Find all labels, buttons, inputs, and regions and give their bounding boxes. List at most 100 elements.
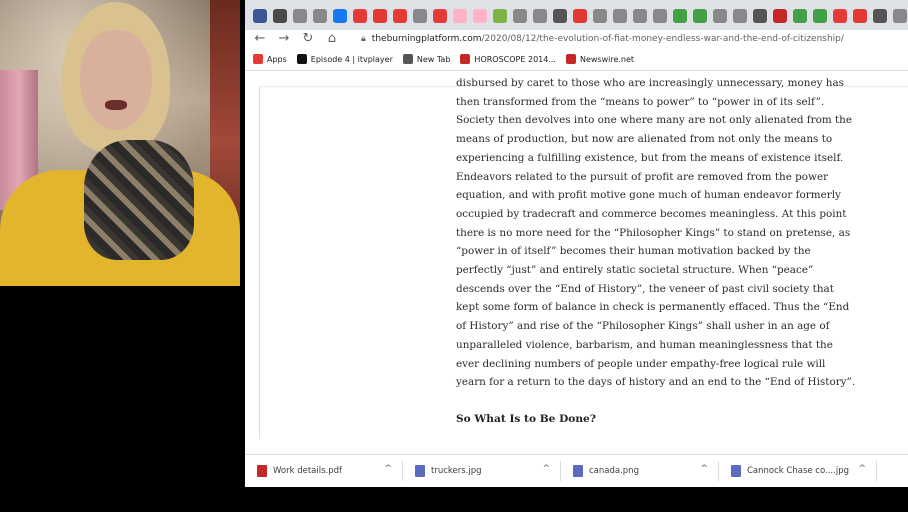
tab-favicon-icon[interactable] xyxy=(293,9,307,23)
downloads-bar: Work details.pdf ^ truckers.jpg ^ canada.png… xyxy=(245,454,908,487)
bookmark-item[interactable]: Episode 4 | itvplayer xyxy=(296,54,393,64)
article-line: kept some form of balance in check is pe… xyxy=(456,301,850,314)
article-line: experiencing a fulfilling existence, but… xyxy=(456,151,844,164)
download-item[interactable]: canada.png ^ xyxy=(561,461,719,481)
tab-favicon-icon[interactable] xyxy=(793,9,807,23)
bookmarks-bar: Apps Episode 4 | itvplayer New Tab HOROSCOP… xyxy=(245,48,908,71)
chevron-up-icon[interactable]: ^ xyxy=(858,464,866,474)
webcam-overlay xyxy=(0,0,240,286)
file-icon xyxy=(731,465,741,477)
tab-favicon-icon[interactable] xyxy=(313,9,327,23)
tab-favicon-icon[interactable] xyxy=(573,9,587,23)
address-row: ← → ↻ ⌂ 🔒︎ theburningplatform.com/2020/0… xyxy=(245,30,908,48)
article-line: unparalleled violence, barbarism, and hu… xyxy=(456,338,833,351)
n-icon xyxy=(460,54,471,64)
file-icon xyxy=(573,465,583,477)
download-item[interactable]: Cannock Chase co....jpg ^ xyxy=(719,461,877,481)
bookmark-item[interactable]: HOROSCOPE 2014... xyxy=(460,54,556,64)
globe-icon xyxy=(402,54,413,64)
tab-favicon-icon[interactable] xyxy=(613,9,627,23)
tab-favicon-icon[interactable] xyxy=(553,9,567,23)
tab-favicon-icon[interactable] xyxy=(373,9,387,23)
tab-favicon-icon[interactable] xyxy=(833,9,847,23)
tab-favicon-icon[interactable] xyxy=(893,9,907,23)
tab-favicon-icon[interactable] xyxy=(753,9,767,23)
article-line: equation, and with profit motive gone mu… xyxy=(456,189,841,202)
file-icon xyxy=(257,465,267,477)
webcam-person-face xyxy=(80,30,152,130)
chevron-up-icon[interactable]: ^ xyxy=(384,464,392,474)
download-filename: truckers.jpg xyxy=(431,466,482,476)
bookmark-item[interactable]: New Tab xyxy=(402,54,450,64)
url-path: /2020/08/12/the-evolution-of-fiat-money-… xyxy=(481,34,844,44)
tab-favicon-icon[interactable] xyxy=(473,9,487,23)
bookmark-label: Newswire.net xyxy=(579,54,635,64)
article-line: Endeavors related to the pursuit of prof… xyxy=(456,170,829,183)
article-line: ever declining numbers of people under e… xyxy=(456,357,826,370)
article-body: disbursed by caret to those who are incr… xyxy=(456,74,856,429)
article-line: disbursed by caret to those who are incr… xyxy=(456,77,844,89)
lock-icon: 🔒︎ xyxy=(361,34,366,44)
article-line: there is no more need for the “Philosoph… xyxy=(456,226,851,239)
download-filename: canada.png xyxy=(589,466,639,476)
back-button[interactable]: ← xyxy=(253,32,267,46)
forward-button[interactable]: → xyxy=(277,32,291,46)
tab-strip xyxy=(245,0,908,32)
download-item[interactable]: truckers.jpg ^ xyxy=(403,461,561,481)
article-line: of History” and rise of the “Philosopher… xyxy=(456,320,830,333)
download-filename: Cannock Chase co....jpg xyxy=(747,466,849,476)
tab-favicon-icon[interactable] xyxy=(273,9,287,23)
tab-favicon-icon[interactable] xyxy=(533,9,547,23)
bookmark-item[interactable]: Newswire.net xyxy=(565,54,635,64)
article-line: “power in of itself” becomes their human… xyxy=(456,245,811,258)
bookmark-label: Episode 4 | itvplayer xyxy=(310,54,393,64)
tab-favicon-icon[interactable] xyxy=(773,9,787,23)
tab-favicon-icon[interactable] xyxy=(873,9,887,23)
address-bar[interactable]: 🔒︎ theburningplatform.com/2020/08/12/the… xyxy=(361,34,844,44)
bookmark-label: HOROSCOPE 2014... xyxy=(474,54,556,64)
bookmark-item[interactable]: Apps xyxy=(253,54,287,64)
itv-icon xyxy=(296,54,307,64)
tab-favicon-icon[interactable] xyxy=(513,9,527,23)
tab-favicon-icon[interactable] xyxy=(593,9,607,23)
tab-favicon-icon[interactable] xyxy=(633,9,647,23)
tab-favicon-icon[interactable] xyxy=(433,9,447,23)
tab-favicon-icon[interactable] xyxy=(393,9,407,23)
tab-favicon-icon[interactable] xyxy=(853,9,867,23)
web-page: disbursed by caret to those who are incr… xyxy=(245,74,908,439)
article-line: perfectly “just” and entirely static soc… xyxy=(456,264,814,277)
home-button[interactable]: ⌂ xyxy=(325,32,339,46)
reload-button[interactable]: ↻ xyxy=(301,32,315,46)
chevron-up-icon[interactable]: ^ xyxy=(700,464,708,474)
article-line: yearn for a return to the days of histor… xyxy=(456,376,856,389)
download-item[interactable]: Work details.pdf ^ xyxy=(245,461,403,481)
tab-favicon-icon[interactable] xyxy=(333,9,347,23)
tab-favicon-icon[interactable] xyxy=(353,9,367,23)
tab-favicon-icon[interactable] xyxy=(733,9,747,23)
webcam-person-mouth xyxy=(105,100,127,110)
chevron-up-icon[interactable]: ^ xyxy=(542,464,550,474)
tab-favicon-icon[interactable] xyxy=(693,9,707,23)
url-domain: theburningplatform.com xyxy=(371,34,482,44)
apps-grid-icon xyxy=(253,54,263,64)
tab-favicon-icon[interactable] xyxy=(453,9,467,23)
tab-favicon-icon[interactable] xyxy=(413,9,427,23)
tab-favicon-icon[interactable] xyxy=(673,9,687,23)
article-line: descends over the “End of History”, the … xyxy=(456,282,834,295)
file-icon xyxy=(415,465,425,477)
article-line: then transformed from the “means to powe… xyxy=(456,95,825,108)
article-line: occupied by tradecraft and commerce beco… xyxy=(456,207,847,220)
tab-favicon-icon[interactable] xyxy=(713,9,727,23)
tab-favicon-icon[interactable] xyxy=(493,9,507,23)
article-paragraph: disbursed by caret to those who are incr… xyxy=(456,74,856,392)
webcam-person-scarf xyxy=(84,140,194,260)
n-icon xyxy=(565,54,576,64)
browser-window: ← → ↻ ⌂ 🔒︎ theburningplatform.com/2020/0… xyxy=(245,0,908,487)
download-filename: Work details.pdf xyxy=(273,466,343,476)
tab-favicon-icon[interactable] xyxy=(813,9,827,23)
tab-favicon-icon[interactable] xyxy=(253,9,267,23)
section-heading: So What Is to Be Done? xyxy=(456,412,596,425)
article-line: Society then devolves into one where man… xyxy=(456,114,853,127)
bookmark-label: Apps xyxy=(267,54,287,64)
tab-favicon-icon[interactable] xyxy=(653,9,667,23)
